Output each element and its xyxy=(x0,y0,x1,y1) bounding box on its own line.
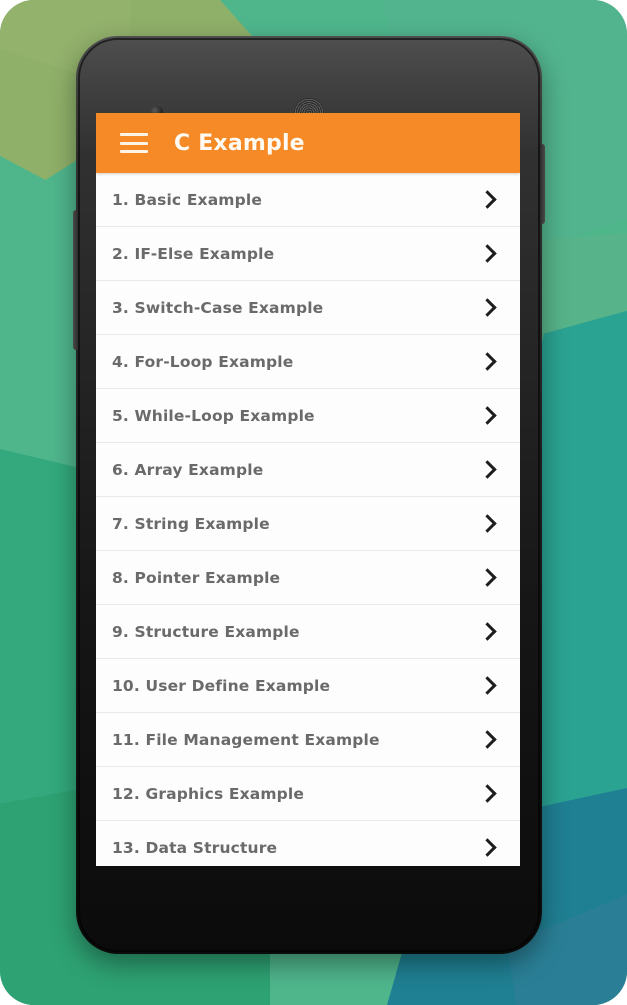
chevron-right-icon[interactable] xyxy=(478,622,497,641)
chevron-right-icon[interactable] xyxy=(478,730,497,749)
chevron-right-icon[interactable] xyxy=(478,568,497,587)
list-item[interactable]: 13. Data Structure xyxy=(96,821,520,866)
list-item[interactable]: 5. While-Loop Example xyxy=(96,389,520,443)
power-button[interactable] xyxy=(539,144,545,224)
list-item[interactable]: 11. File Management Example xyxy=(96,713,520,767)
list-item-label: 13. Data Structure xyxy=(112,838,278,857)
hamburger-bar xyxy=(120,141,148,145)
chevron-right-icon[interactable] xyxy=(478,676,497,695)
chevron-right-icon[interactable] xyxy=(478,514,497,533)
phone-screen: C Example 1. Basic Example 2. IF-Else Exa… xyxy=(96,113,520,866)
hamburger-menu-icon[interactable] xyxy=(120,133,148,153)
list-item-label: 5. While-Loop Example xyxy=(112,406,315,425)
list-item[interactable]: 6. Array Example xyxy=(96,443,520,497)
example-list: 1. Basic Example 2. IF-Else Example 3. Swi… xyxy=(96,173,520,866)
app-title: C Example xyxy=(174,130,305,156)
hamburger-bar xyxy=(120,133,148,136)
list-item-label: 4. For-Loop Example xyxy=(112,352,294,371)
chevron-right-icon[interactable] xyxy=(478,406,497,425)
chevron-right-icon[interactable] xyxy=(478,784,497,803)
list-item-label: 3. Switch-Case Example xyxy=(112,298,324,317)
chevron-right-icon[interactable] xyxy=(478,190,497,209)
list-item-label: 9. Structure Example xyxy=(112,622,300,641)
list-item-label: 2. IF-Else Example xyxy=(112,244,275,263)
list-item[interactable]: 3. Switch-Case Example xyxy=(96,281,520,335)
list-item[interactable]: 7. String Example xyxy=(96,497,520,551)
list-item[interactable]: 2. IF-Else Example xyxy=(96,227,520,281)
list-item-label: 7. String Example xyxy=(112,514,270,533)
hamburger-bar xyxy=(120,150,148,153)
volume-rocker-button[interactable] xyxy=(73,210,79,350)
chevron-right-icon[interactable] xyxy=(478,244,497,263)
list-item-label: 8. Pointer Example xyxy=(112,568,281,587)
chevron-right-icon[interactable] xyxy=(478,352,497,371)
chevron-right-icon[interactable] xyxy=(478,460,497,479)
list-item[interactable]: 12. Graphics Example xyxy=(96,767,520,821)
chevron-right-icon[interactable] xyxy=(478,298,497,317)
phone-device-mockup: C Example 1. Basic Example 2. IF-Else Exa… xyxy=(73,36,545,954)
list-item[interactable]: 1. Basic Example xyxy=(96,173,520,227)
background-canvas: C Example 1. Basic Example 2. IF-Else Exa… xyxy=(0,0,627,1005)
list-item[interactable]: 8. Pointer Example xyxy=(96,551,520,605)
list-item-label: 1. Basic Example xyxy=(112,190,262,209)
app-bar: C Example xyxy=(96,113,520,173)
list-item-label: 12. Graphics Example xyxy=(112,784,305,803)
list-item[interactable]: 10. User Define Example xyxy=(96,659,520,713)
list-item[interactable]: 4. For-Loop Example xyxy=(96,335,520,389)
list-item-label: 10. User Define Example xyxy=(112,676,331,695)
list-item[interactable]: 9. Structure Example xyxy=(96,605,520,659)
list-item-label: 6. Array Example xyxy=(112,460,264,479)
chevron-right-icon[interactable] xyxy=(478,838,497,857)
list-item-label: 11. File Management Example xyxy=(112,730,380,749)
